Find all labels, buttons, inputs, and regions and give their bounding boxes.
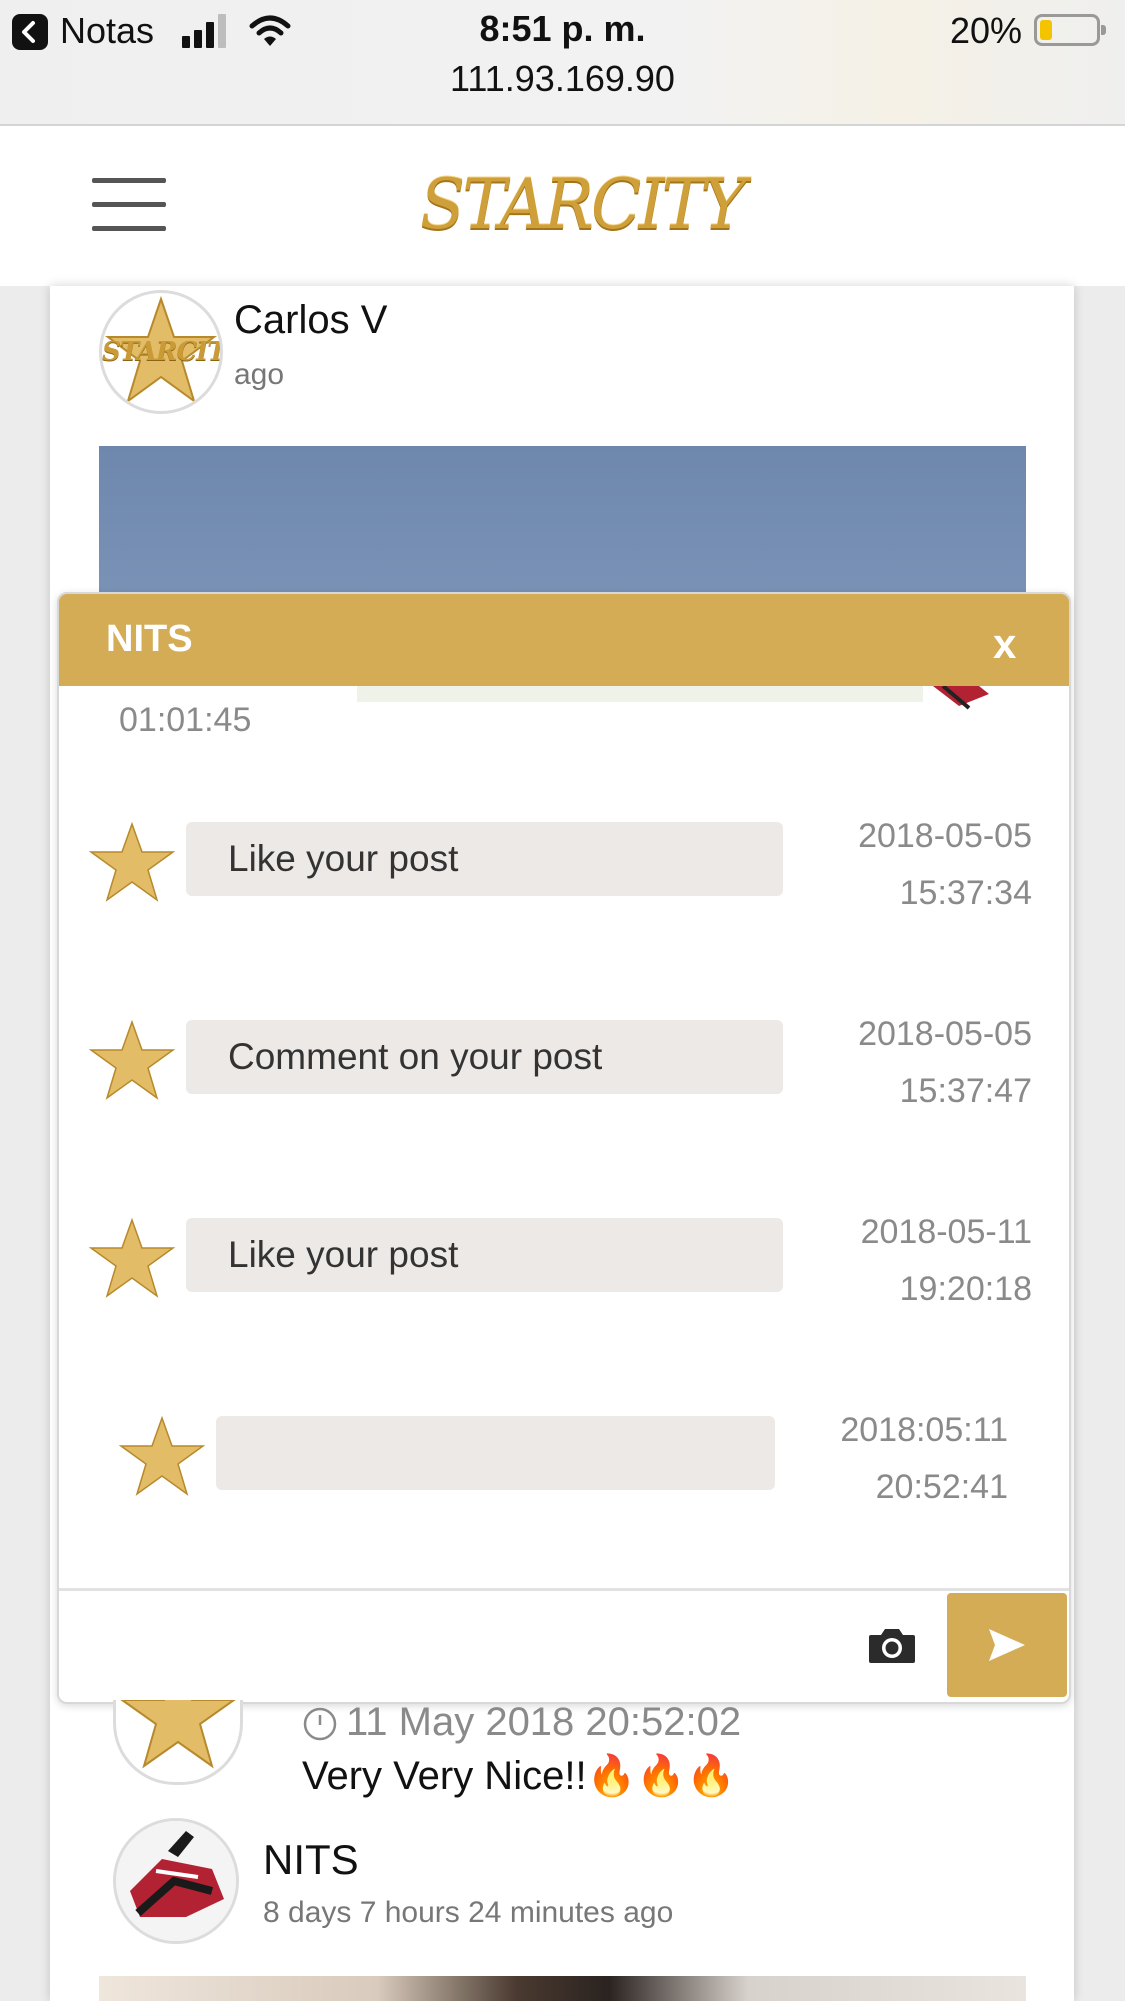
message-composer [59, 1588, 1069, 1702]
page-url[interactable]: 111.93.169.90 [0, 58, 1125, 100]
message-row: Comment on your post 2018-05-05 15:37:47 [59, 1015, 1069, 1130]
clock-icon [302, 1706, 338, 1742]
post-author-name[interactable]: Carlos V [234, 298, 387, 343]
post-image[interactable] [99, 1976, 1026, 2001]
star-logo-icon [88, 1218, 176, 1298]
camera-icon[interactable] [867, 1625, 917, 1665]
battery-icon [1034, 14, 1106, 46]
comment-text: Very Very Nice!!🔥🔥🔥 [302, 1754, 736, 1798]
message-date: 2018-05-11 [860, 1213, 1032, 1251]
message-bubble [216, 1416, 775, 1490]
message-row: Like your post 2018-05-11 19:20:18 [59, 1213, 1069, 1328]
star-logo-icon [120, 1700, 236, 1769]
post-time: ago [234, 358, 285, 391]
message-bubble: Like your post [186, 1218, 783, 1292]
star-logo-icon [88, 1020, 176, 1100]
comment-timestamp: 11 May 2018 20:52:02 [346, 1700, 742, 1744]
message-bubble: Like your post [186, 822, 783, 896]
post-author-avatar[interactable]: STARCITY [99, 290, 223, 414]
chat-header: NITS x [59, 594, 1069, 686]
post-author-name[interactable]: NITS [263, 1836, 359, 1884]
avatar-logo-text: STARCITY [102, 337, 220, 367]
message-row: 2018:05:11 20:52:41 [59, 1411, 1069, 1526]
partial-message-time: 01:01:45 [119, 701, 252, 739]
star-logo-icon [118, 1416, 206, 1496]
chat-title: NITS [106, 618, 193, 660]
message-row: Like your post 2018-05-05 15:37:34 [59, 817, 1069, 932]
hamburger-menu-icon[interactable] [80, 166, 180, 246]
chat-panel: NITS x 01:01:45 Like your post 2018-05-0… [57, 592, 1071, 1704]
post-time: 8 days 7 hours 24 minutes ago [263, 1896, 674, 1929]
message-time: 20:52:41 [875, 1468, 1008, 1506]
post-author-avatar[interactable] [113, 1818, 239, 1944]
status-bar: Notas 8:51 p. m. 111.93.169.90 20% [0, 0, 1125, 126]
message-date: 2018-05-05 [858, 817, 1032, 855]
starcity-logo[interactable]: STARCITY [420, 158, 746, 253]
message-date: 2018:05:11 [840, 1411, 1008, 1449]
partial-message-avatar [929, 686, 995, 712]
message-bubble: Comment on your post [186, 1020, 783, 1094]
battery-percent: 20% [950, 10, 1023, 51]
message-time: 19:20:18 [899, 1270, 1032, 1308]
message-time: 15:37:34 [899, 874, 1032, 912]
send-button[interactable] [947, 1593, 1067, 1697]
motorcycle-avatar-icon [116, 1821, 236, 1941]
message-input[interactable] [59, 1591, 859, 1695]
send-icon [989, 1629, 1025, 1661]
chat-close-button[interactable]: x [993, 620, 1016, 668]
message-time: 15:37:47 [899, 1072, 1032, 1110]
partial-message-bubble [357, 686, 923, 702]
star-logo-icon [88, 822, 176, 902]
message-date: 2018-05-05 [858, 1015, 1032, 1053]
post-image[interactable] [99, 446, 1026, 596]
